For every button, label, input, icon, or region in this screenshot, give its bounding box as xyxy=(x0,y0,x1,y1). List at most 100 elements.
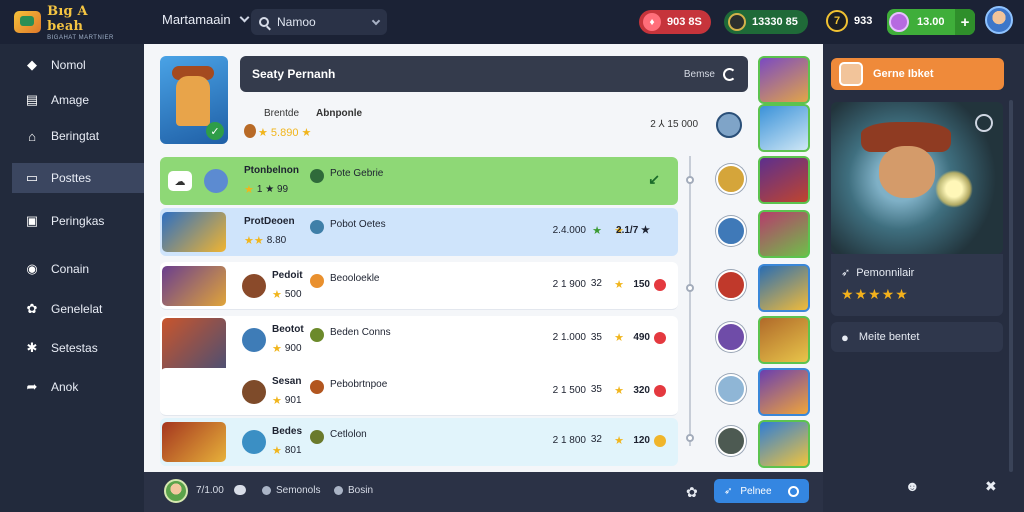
expand-arrow-icon[interactable]: ↙ xyxy=(648,171,660,188)
more-details-button[interactable]: ● Meite bentet xyxy=(831,322,1003,352)
row-value: 2 1.000 xyxy=(552,332,586,343)
avatar[interactable] xyxy=(716,216,746,246)
currency-red-pill[interactable]: ♦ 903 8S xyxy=(639,10,711,34)
sidebar-item-posttes[interactable]: ▭ Posttes xyxy=(12,163,144,193)
character-card[interactable] xyxy=(758,368,810,416)
sidebar-item-beringtat[interactable]: ⌂ Beringtat xyxy=(12,121,144,151)
character-card[interactable] xyxy=(758,210,810,258)
coin-counter[interactable]: 7 933 xyxy=(826,10,872,32)
row-tag: Pebobrtnpoe xyxy=(330,379,388,390)
row-name: ProtDeoen xyxy=(244,216,295,227)
hero-showcase-image[interactable] xyxy=(831,102,1003,254)
star-icon: ★ xyxy=(244,184,254,196)
avatar[interactable] xyxy=(716,322,746,352)
emote-icon[interactable]: ☻ xyxy=(905,478,923,496)
row-value: 2 1 900 xyxy=(552,279,586,290)
search-value: Namoo xyxy=(277,15,316,29)
character-card[interactable] xyxy=(758,264,810,312)
section-title-bar: Seaty Pernanh Bemse xyxy=(240,56,748,92)
refresh-icon xyxy=(788,485,799,497)
hero-info-card: ➶ Pemonnilair ★★★★★ xyxy=(831,254,1003,316)
close-x-icon[interactable]: ✖ xyxy=(985,478,1003,496)
scrollbar[interactable] xyxy=(1009,100,1013,472)
sidebar-item-conain[interactable]: ◉ Conain xyxy=(12,254,144,284)
sidebar-item-peringkas[interactable]: ▣ Peringkas xyxy=(12,206,144,236)
character-card[interactable] xyxy=(758,420,810,468)
primary-action-button[interactable]: ➶ Pelnee xyxy=(714,479,809,503)
character-card[interactable] xyxy=(758,156,810,204)
search-input[interactable]: Namoo xyxy=(251,9,387,35)
player-count: 7/1.00 xyxy=(196,485,224,496)
game-ticket-button[interactable]: Gerne Ibket xyxy=(831,58,1004,90)
avatar[interactable] xyxy=(716,270,746,300)
row-name: Bedes xyxy=(272,426,303,437)
timeline-line xyxy=(689,156,691,446)
row-thumbnail xyxy=(162,266,226,306)
link-semonols[interactable]: Semonols xyxy=(262,485,320,496)
tag-icon xyxy=(310,220,324,234)
add-gems-button[interactable]: + xyxy=(955,9,975,35)
share-icon: ➦ xyxy=(26,379,38,394)
search-icon xyxy=(259,17,269,27)
row-stat-1: 32 xyxy=(590,278,602,289)
row-stat-3: 320 xyxy=(633,385,650,396)
row-tag: Cetlolon xyxy=(330,429,367,440)
link-bosin[interactable]: Bosin xyxy=(334,485,373,496)
currency-green-pill[interactable]: 13330 85 xyxy=(724,10,808,34)
refresh-icon[interactable] xyxy=(723,67,736,81)
list-row[interactable]: ProtDeoen ★★ 8.80 Pobot Oetes 2.4.000 ★ ★… xyxy=(160,208,678,256)
status-dot-icon xyxy=(654,435,666,447)
card-icon: ▭ xyxy=(25,170,39,185)
row-rating: ★ 901 xyxy=(272,394,302,407)
row-name: Sesan xyxy=(272,376,302,387)
row-stat-2: ★ xyxy=(614,332,624,344)
top-bar: Bıg A beah BIGAHAT MARTNIER Martamaain N… xyxy=(0,0,1024,44)
hero-class-icon: ➶ xyxy=(841,267,851,279)
featured-hero-thumbnail[interactable]: ✓ xyxy=(160,56,228,144)
medal-icon xyxy=(244,124,256,138)
row-name: Ptonbelnon xyxy=(244,165,299,176)
timeline-dot xyxy=(686,176,694,184)
character-card[interactable] xyxy=(758,56,810,104)
chat-bubble-icon: ● xyxy=(841,329,849,345)
main-panel: ✓ Seaty Pernanh Bemse Brentde Abnponle ★… xyxy=(144,44,823,472)
list-row[interactable]: Pedoit ★ 500 Beooloekle 2 1 900 32 ★ 150 xyxy=(160,262,678,310)
gem-counter[interactable]: 13.00 + xyxy=(887,9,975,35)
featured-summary: Brentde Abnponle ★ 5.890 ★ 2 ⅄ 15 000 xyxy=(240,106,742,140)
row-stat-2: ★ xyxy=(614,435,624,447)
avatar[interactable] xyxy=(716,426,746,456)
sword-icon: ➶ xyxy=(724,485,733,497)
sidebar-item-anok[interactable]: ➦ Anok xyxy=(12,372,144,402)
magic-glow xyxy=(935,170,973,208)
user-avatar[interactable] xyxy=(985,6,1013,34)
sidebar-item-setestas[interactable]: ✱ Setestas xyxy=(12,333,144,363)
sidebar-item-amage[interactable]: ▤ Amage xyxy=(12,85,144,115)
hero-figure xyxy=(176,76,210,126)
character-card[interactable] xyxy=(758,104,810,152)
medal-icon xyxy=(728,13,746,31)
link-label: Semonols xyxy=(276,485,321,496)
tag-icon xyxy=(310,380,324,394)
character-card[interactable] xyxy=(758,316,810,364)
sidebar-item-nomol[interactable]: ◆ Nomol xyxy=(12,50,144,80)
avatar[interactable] xyxy=(716,164,746,194)
sidebar-item-label: Posttes xyxy=(51,171,92,185)
list-row[interactable]: Bedes ★ 801 Cetlolon 2 1 800 32 ★ 120 xyxy=(160,418,678,466)
main-menu-dropdown[interactable]: Martamaain xyxy=(162,12,250,27)
info-badge-icon[interactable] xyxy=(975,114,993,132)
settings-gear-icon[interactable]: ✿ xyxy=(686,484,698,501)
section-title: Seaty Pernanh xyxy=(252,67,336,81)
status-dot-icon xyxy=(654,279,666,291)
avatar[interactable] xyxy=(716,374,746,404)
list-row[interactable]: ☁ Ptonbelnon ★ 1 ★ 99 Pote Gebrie ↙ xyxy=(160,157,678,205)
sidebar-item-label: Beringtat xyxy=(51,129,100,143)
primary-action-label: Pelnee xyxy=(740,485,772,497)
sidebar-item-genelelat[interactable]: ✿ Genelelat xyxy=(12,294,144,324)
row-stat-1: ★ xyxy=(592,225,602,237)
list-row[interactable]: Sesan ★ 901 Pebobrtnpoe 2 1 500 35 ★ 320 xyxy=(160,368,678,416)
player-avatar[interactable] xyxy=(164,479,188,503)
chevron-down-icon xyxy=(239,12,250,23)
row-rating: ★ 900 xyxy=(272,342,302,355)
chat-icon[interactable] xyxy=(234,485,246,495)
app-logo[interactable]: Bıg A beah BIGAHAT MARTNIER xyxy=(14,4,126,41)
